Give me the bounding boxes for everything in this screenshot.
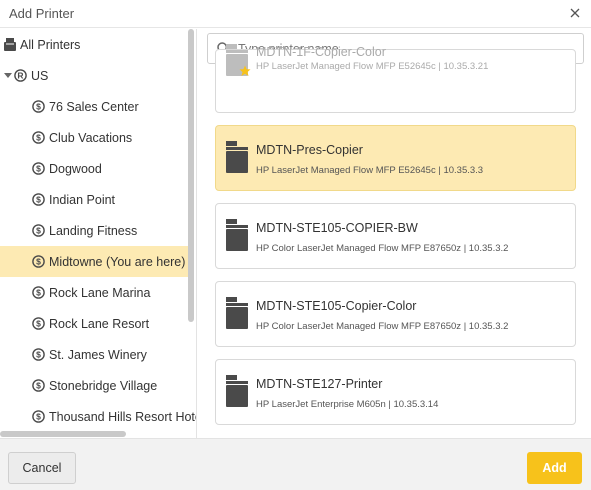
cancel-button[interactable]: Cancel — [8, 452, 76, 484]
dollar-circle-icon: $ — [32, 348, 45, 361]
printer-icon — [226, 297, 248, 334]
tree-item-label: Stonebridge Village — [49, 378, 158, 393]
dollar-circle-icon: $ — [32, 224, 45, 237]
tree-item-label: Midtowne (You are here) — [49, 254, 186, 269]
svg-text:$: $ — [36, 195, 41, 205]
svg-text:$: $ — [36, 412, 41, 422]
tree-item-location[interactable]: $ Rock Lane Resort — [0, 308, 190, 339]
printer-detail: HP Color LaserJet Managed Flow MFP E8765… — [256, 321, 509, 332]
dollar-circle-icon: $ — [32, 410, 45, 423]
tree-item-location[interactable]: $ Rock Lane Marina — [0, 277, 190, 308]
tree-item-all-printers[interactable]: All Printers — [0, 29, 190, 60]
printer-name: MDTN-STE105-COPIER-BW — [256, 221, 418, 235]
tree-item-location[interactable]: $76 Sales Center — [0, 91, 190, 122]
printer-card[interactable]: MDTN-Pres-Copier HP LaserJet Managed Flow… — [215, 125, 576, 191]
svg-text:$: $ — [36, 226, 41, 236]
svg-text:$: $ — [36, 350, 41, 360]
printer-card[interactable]: MDTN-1F-Copier-Color HP LaserJet Managed … — [215, 44, 576, 113]
tree-item-label: St. James Winery — [49, 347, 147, 362]
close-icon[interactable] — [568, 6, 582, 20]
svg-text:$: $ — [36, 288, 41, 298]
add-button[interactable]: Add — [527, 452, 582, 484]
printer-icon — [226, 375, 248, 412]
tree-item-location[interactable]: $ Thousand Hills Resort Hotel — [0, 401, 196, 432]
dialog-title: Add Printer — [9, 6, 75, 21]
printer-name: MDTN-STE127-Printer — [256, 377, 383, 391]
printer-detail: HP LaserJet Enterprise M605n | 10.35.3.1… — [256, 399, 439, 410]
tree-item-location[interactable]: $ Dogwood — [0, 153, 190, 184]
printer-detail: HP LaserJet Managed Flow MFP E52645c | 1… — [256, 61, 489, 72]
tree-item-label: Club Vacations — [49, 130, 133, 145]
tree-item-location[interactable]: $ St. James Winery — [0, 339, 190, 370]
tree-item-location[interactable]: $ Landing Fitness — [0, 215, 190, 246]
printer-panel: MDTN-1F-Copier-Color HP LaserJet Managed … — [198, 29, 591, 438]
tree-item-label: Landing Fitness — [49, 223, 138, 238]
caret-down-icon[interactable] — [4, 72, 12, 80]
dialog-footer: Cancel Add — [0, 438, 591, 490]
tree-item-location[interactable]: $ Stonebridge Village — [0, 370, 190, 401]
printer-name: MDTN-Pres-Copier — [256, 143, 363, 157]
svg-text:$: $ — [36, 164, 41, 174]
dollar-circle-icon: $ — [32, 131, 45, 144]
tree-item-label: US — [31, 68, 49, 83]
printer-icon — [4, 38, 16, 51]
printer-name: MDTN-STE105-Copier-Color — [256, 299, 417, 313]
dollar-circle-icon: $ — [32, 193, 45, 206]
tree-item-label: 76 Sales Center — [49, 99, 139, 114]
tree-item-label: All Printers — [20, 37, 81, 52]
svg-text:$: $ — [36, 381, 41, 391]
printer-icon — [226, 219, 248, 256]
vertical-scrollbar-thumb[interactable] — [188, 29, 194, 322]
printer-card[interactable]: MDTN-STE127-Printer HP LaserJet Enterpris… — [215, 359, 576, 425]
printer-detail: HP Color LaserJet Managed Flow MFP E8765… — [256, 243, 509, 254]
dialog-titlebar: Add Printer — [0, 0, 591, 28]
tree-item-label: Rock Lane Marina — [49, 285, 151, 300]
tree-item-location[interactable]: $ Club Vacations — [0, 122, 190, 153]
dollar-circle-icon: $ — [32, 100, 45, 113]
dollar-circle-icon: $ — [32, 255, 45, 268]
tree-item-us[interactable]: R US — [0, 60, 190, 91]
tree-item-label: Indian Point — [49, 192, 116, 207]
printer-detail: HP LaserJet Managed Flow MFP E52645c | 1… — [256, 165, 484, 176]
favorite-star-icon — [239, 64, 251, 82]
printer-card[interactable]: MDTN-STE105-COPIER-BW HP Color LaserJet M… — [215, 203, 576, 269]
dollar-circle-icon: $ — [32, 286, 45, 299]
printer-name: MDTN-1F-Copier-Color — [256, 45, 386, 59]
dollar-circle-icon: $ — [32, 317, 45, 330]
horizontal-scrollbar-thumb[interactable] — [0, 431, 126, 437]
registered-icon: R — [14, 69, 27, 82]
svg-text:R: R — [17, 71, 23, 81]
tree-item-location[interactable]: $ Indian Point — [0, 184, 190, 215]
tree-item-label: Dogwood — [49, 161, 102, 176]
tree-item-label: Rock Lane Resort — [49, 316, 150, 331]
tree-item-location[interactable]: $ Midtowne (You are here) — [0, 246, 190, 277]
dollar-circle-icon: $ — [32, 162, 45, 175]
svg-text:$: $ — [36, 257, 41, 267]
printer-card[interactable]: MDTN-STE105-Copier-Color HP Color LaserJe… — [215, 281, 576, 347]
svg-text:$: $ — [36, 319, 41, 329]
dollar-circle-icon: $ — [32, 379, 45, 392]
tree-item-label: Thousand Hills Resort Hotel — [49, 409, 197, 424]
svg-text:$: $ — [36, 102, 41, 112]
svg-text:$: $ — [36, 133, 41, 143]
location-tree: All Printers R US $76 Sales Center $ Club … — [0, 29, 197, 438]
printer-icon — [226, 141, 248, 178]
